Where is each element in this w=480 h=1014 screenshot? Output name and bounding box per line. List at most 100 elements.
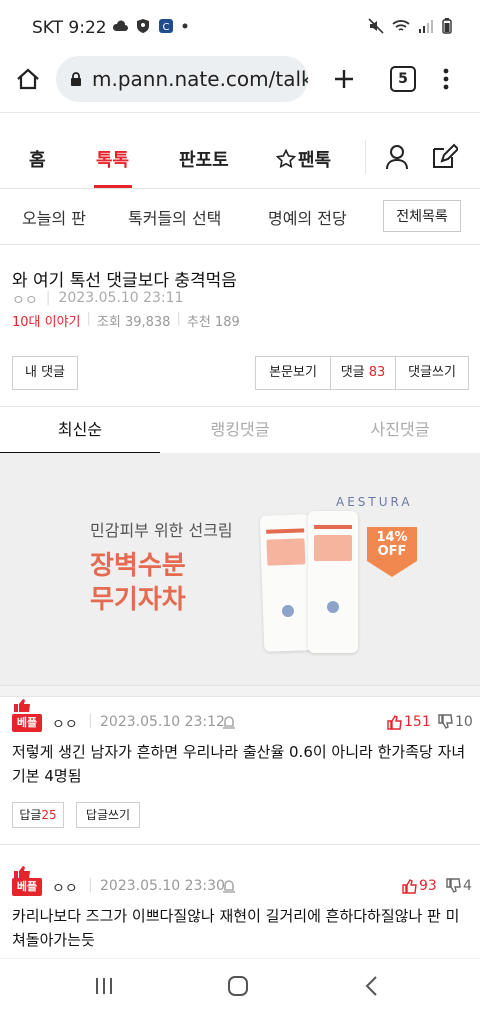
home-button-icon[interactable]: [227, 975, 249, 997]
recommend-count: 189: [214, 315, 240, 330]
all-list-button[interactable]: 전체목록: [383, 200, 461, 232]
subnav-talkers-choice[interactable]: 톡커들의 선택: [128, 205, 221, 229]
ad-headline-line1: 장벽수분: [90, 551, 186, 581]
meta-divider: |: [86, 311, 91, 326]
write-reply-button[interactable]: 답글쓰기: [76, 802, 140, 828]
discount-percent: 14%: [376, 530, 408, 545]
downvote-button[interactable]: 10: [437, 714, 473, 730]
post-date: 2023.05.10 23:11: [58, 290, 184, 306]
report-icon[interactable]: [222, 714, 236, 730]
subnav-hall-of-fame[interactable]: 명예의 전당: [268, 205, 347, 229]
thumbs-down-icon: [446, 878, 461, 893]
post-meta: ㅇㅇ | 2023.05.10 23:11: [12, 290, 183, 310]
comment-text: 카리나보다 즈그가 이쁘다질않나 재현이 길거리에 흔하다하질않나 판 미쳐돌아…: [12, 907, 460, 949]
meta-divider: |: [45, 290, 51, 306]
recent-apps-icon[interactable]: [94, 977, 114, 995]
meta-divider: |: [88, 713, 93, 729]
tab-ranking[interactable]: 랭킹댓글: [160, 407, 320, 453]
upvote-button[interactable]: 151: [386, 714, 431, 730]
ad-subtitle: 민감피부 위한 선크림: [90, 521, 233, 540]
comment-actions: 본문보기 댓글 83 댓글쓰기: [255, 356, 469, 390]
discount-text: 14% OFF: [365, 531, 419, 559]
wifi-icon: [392, 20, 410, 31]
discount-off: OFF: [377, 544, 407, 559]
subnav-today[interactable]: 오늘의 판: [22, 205, 86, 229]
back-icon[interactable]: [364, 975, 378, 997]
home-icon[interactable]: [16, 68, 40, 90]
main-nav: 홈 톡톡 판포토 팬톡: [0, 130, 480, 189]
status-bar: SKT 9:22 C: [0, 0, 480, 56]
tab-photo[interactable]: 사진댓글: [320, 407, 480, 453]
views-label: 조회: [96, 315, 121, 330]
cloud-icon: [112, 20, 128, 31]
shield-icon: [137, 19, 149, 33]
url-bar[interactable]: m.pann.nate.com/talk: [56, 56, 308, 102]
report-icon[interactable]: [222, 878, 236, 894]
comments-label: 댓글: [340, 365, 365, 380]
post-category[interactable]: 10대 이야기: [12, 311, 81, 330]
battery-icon: [442, 18, 452, 34]
mute-icon: [368, 18, 384, 34]
post-author[interactable]: ㅇㅇ: [12, 290, 38, 310]
app-c-icon: C: [159, 19, 173, 33]
write-icon[interactable]: [430, 143, 458, 171]
upvote-count: 151: [404, 714, 431, 730]
comment-date: 2023.05.10 23:12: [100, 714, 225, 730]
recommend-label: 추천: [186, 315, 211, 330]
nav-home[interactable]: 홈: [29, 146, 46, 172]
views-count: 39,838: [124, 315, 171, 330]
nav-fantalk[interactable]: 팬톡: [276, 146, 331, 172]
user-icon[interactable]: [385, 144, 409, 170]
downvote-count: 4: [463, 878, 472, 894]
comments-count: 83: [368, 365, 386, 380]
lock-icon: [71, 72, 81, 86]
write-comment-button[interactable]: 댓글쓰기: [395, 356, 469, 390]
ad-brand: AESTURA: [336, 495, 413, 509]
signal-icon: [419, 20, 433, 33]
comments-button[interactable]: 댓글 83: [330, 356, 395, 390]
nav-fantalk-label: 팬톡: [298, 150, 332, 171]
product-tube-right: [308, 511, 358, 653]
downvote-button[interactable]: 4: [445, 878, 472, 894]
tab-latest[interactable]: 최신순: [0, 407, 160, 454]
meta-divider: |: [88, 877, 93, 893]
best-badge: 베플: [12, 878, 42, 896]
comment-separator: [0, 844, 480, 851]
comment-author[interactable]: ㅇㅇ: [52, 878, 78, 898]
nav-toktok[interactable]: 톡톡: [96, 146, 129, 172]
nav-divider: [365, 140, 366, 174]
thumbs-up-icon: [387, 715, 402, 730]
post-stats: 10대 이야기 | 조회 39,838 | 추천 189: [12, 311, 240, 330]
new-tab-icon[interactable]: [333, 68, 355, 90]
product-tube-left: [259, 514, 315, 652]
tab-switcher[interactable]: 5: [390, 66, 416, 92]
url-text: m.pann.nate.com/talk: [92, 67, 308, 91]
view-post-button[interactable]: 본문보기: [255, 356, 330, 390]
my-comments-button[interactable]: 내 댓글: [12, 356, 78, 390]
ad-banner[interactable]: 민감피부 위한 선크림 장벽수분 무기자차 AESTURA 14% OFF: [0, 453, 480, 685]
post-title: 와 여기 톡선 댓글보다 충격먹음: [12, 271, 237, 291]
status-time: SKT 9:22: [32, 18, 107, 38]
star-icon: [276, 149, 296, 169]
comment-date: 2023.05.10 23:30: [100, 878, 225, 894]
best-badge: 베플: [12, 714, 42, 732]
nav-panphoto[interactable]: 판포토: [179, 146, 229, 172]
reply-label: 답글: [19, 808, 42, 822]
downvote-count: 10: [455, 714, 473, 730]
dot-icon: [182, 23, 188, 29]
comment-separator: [0, 685, 480, 697]
upvote-button[interactable]: 93: [401, 878, 437, 894]
meta-divider: |: [176, 311, 181, 326]
thumbs-down-icon: [438, 714, 453, 729]
comment-sort-tabs: 최신순 랭킹댓글 사진댓글: [0, 406, 480, 454]
ad-headline: 장벽수분 무기자차: [90, 549, 186, 617]
upvote-count: 93: [419, 878, 437, 894]
svg-text:C: C: [163, 22, 170, 33]
more-menu-icon[interactable]: [443, 68, 449, 90]
browser-toolbar: m.pann.nate.com/talk 5: [0, 56, 480, 113]
reply-count: 25: [41, 808, 57, 822]
comment-author[interactable]: ㅇㅇ: [52, 714, 78, 734]
replies-button[interactable]: 답글25: [12, 802, 64, 828]
thumbs-up-icon: [402, 879, 417, 894]
ad-headline-line2: 무기자차: [90, 585, 186, 615]
